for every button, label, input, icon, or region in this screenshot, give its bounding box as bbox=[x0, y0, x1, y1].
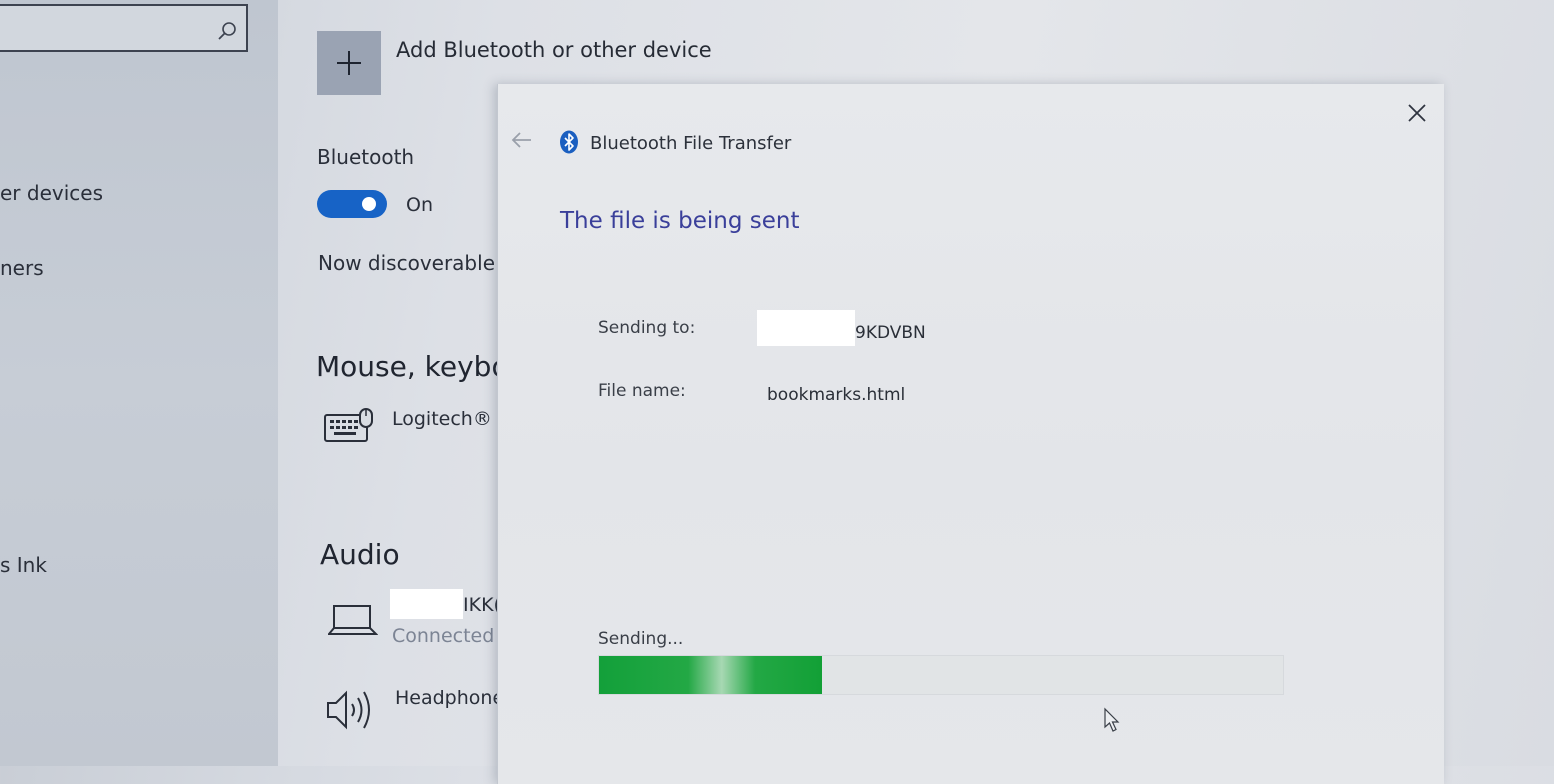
nav-item-windows-ink[interactable]: s Ink bbox=[0, 553, 47, 577]
add-device-button[interactable] bbox=[317, 31, 381, 95]
bluetooth-icon bbox=[560, 130, 578, 154]
sending-to-value: 9KDVBN bbox=[855, 323, 926, 343]
file-name-value: bookmarks.html bbox=[767, 385, 906, 405]
sending-to-label: Sending to: bbox=[598, 318, 696, 338]
laptop-icon bbox=[328, 605, 378, 635]
progress-bar bbox=[598, 655, 1284, 695]
settings-nav-pane bbox=[0, 0, 278, 766]
discoverable-status: Now discoverable bbox=[318, 251, 495, 275]
speaker-icon bbox=[327, 690, 370, 730]
search-input[interactable] bbox=[0, 4, 248, 52]
search-icon[interactable] bbox=[217, 21, 237, 41]
nav-item-printers[interactable]: ners bbox=[0, 256, 44, 280]
close-icon[interactable] bbox=[1404, 100, 1430, 126]
bluetooth-heading: Bluetooth bbox=[317, 145, 415, 169]
add-device-label[interactable]: Add Bluetooth or other device bbox=[396, 38, 712, 62]
dialog-title: Bluetooth File Transfer bbox=[590, 133, 792, 154]
progress-fill bbox=[599, 656, 822, 694]
section-audio: Audio bbox=[320, 538, 400, 571]
device-name-audio-1[interactable]: IKK( bbox=[463, 594, 499, 616]
mouse-cursor-icon bbox=[1104, 707, 1120, 732]
bluetooth-toggle-state: On bbox=[406, 194, 433, 216]
redacted-recipient bbox=[757, 310, 855, 346]
redacted-device-name bbox=[390, 589, 463, 619]
section-mouse-keyboard: Mouse, keybo bbox=[316, 350, 498, 383]
device-name-headphones[interactable]: Headphone bbox=[395, 687, 499, 709]
file-name-label: File name: bbox=[598, 381, 686, 401]
keyboard-icon bbox=[324, 408, 373, 442]
plus-icon bbox=[337, 51, 361, 75]
progress-label: Sending... bbox=[598, 629, 684, 649]
bluetooth-toggle[interactable] bbox=[317, 190, 387, 218]
device-name-logitech[interactable]: Logitech® bbox=[392, 408, 496, 430]
bluetooth-file-transfer-dialog: Bluetooth File Transfer The file is bein… bbox=[497, 84, 1444, 784]
back-arrow-icon[interactable] bbox=[510, 130, 534, 150]
nav-item-other-devices[interactable]: er devices bbox=[0, 181, 103, 205]
device-status-connected: Connected bbox=[392, 625, 495, 647]
dialog-heading: The file is being sent bbox=[560, 208, 800, 234]
toggle-knob bbox=[362, 197, 376, 211]
